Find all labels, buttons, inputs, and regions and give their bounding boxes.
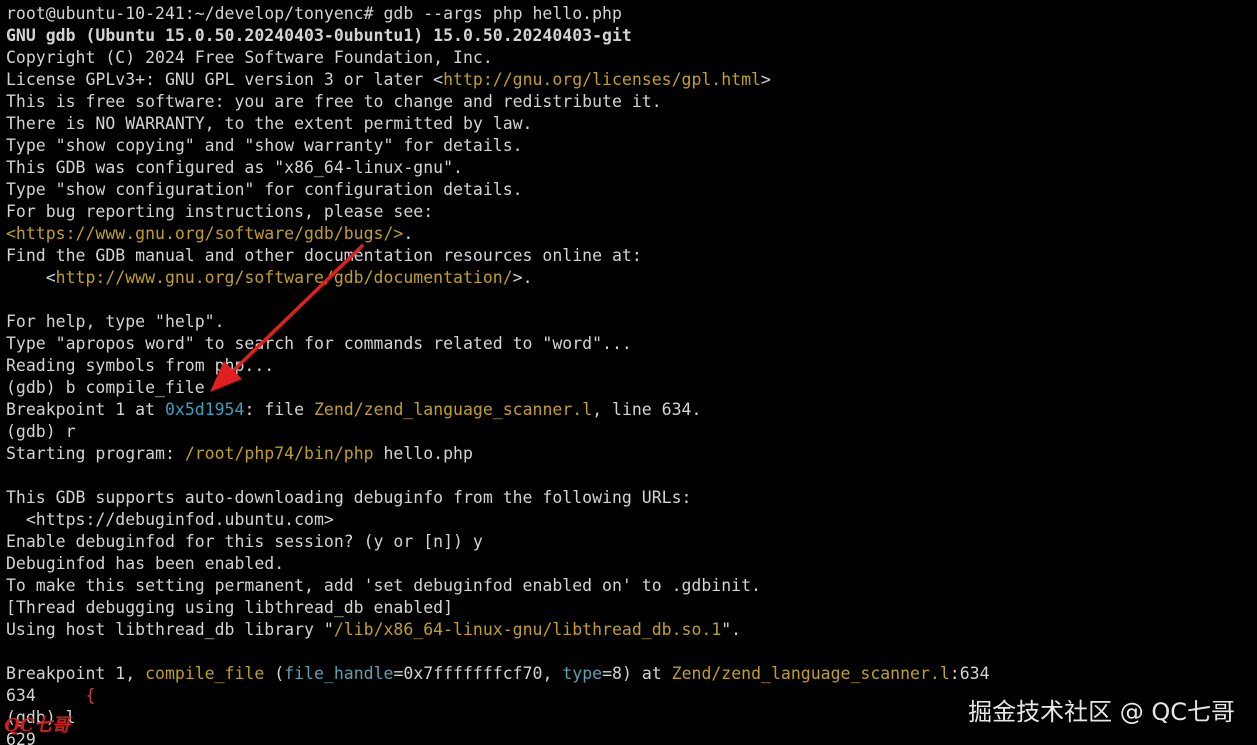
terminal-line: Starting program: /root/php74/bin/php he…	[6, 443, 473, 465]
terminal-text-segment: /lib/x86_64-linux-gnu/libthread_db.so.1	[333, 620, 722, 639]
terminal-text-segment: .	[403, 224, 414, 243]
terminal-text-segment: root@ubuntu-10-241:~/develop/tonyenc# gd…	[6, 4, 622, 23]
terminal-text-segment: <https://debuginfod.ubuntu.com>	[6, 510, 334, 529]
terminal-text-segment: GNU gdb (Ubuntu 15.0.50.20240403-0ubuntu…	[6, 26, 632, 45]
terminal-line: (gdb) r	[6, 421, 76, 443]
terminal-text-segment: Reading symbols from php...	[6, 356, 275, 375]
terminal-text-segment: 0x5d1954	[164, 400, 245, 419]
terminal-line: Using host libthread_db library "/lib/x8…	[6, 619, 741, 641]
terminal-text-segment: Starting program:	[6, 444, 185, 463]
terminal-text-segment: Find the GDB manual and other documentat…	[6, 246, 642, 265]
terminal-line: Reading symbols from php...	[6, 355, 274, 377]
terminal-text-segment: {	[85, 686, 96, 705]
terminal-text-segment: Type "apropos word" to search for comman…	[6, 334, 632, 353]
terminal-text-segment: >.	[512, 268, 533, 287]
terminal-text-segment: : file	[244, 400, 314, 419]
terminal-text-segment: 634	[6, 686, 86, 705]
terminal-line: For help, type "help".	[6, 311, 225, 333]
terminal-text-segment: >	[760, 70, 771, 89]
terminal-line: <https://www.gnu.org/software/gdb/bugs/>…	[6, 223, 413, 245]
terminal-text-segment: (	[264, 664, 285, 683]
terminal-text-segment: file_handle	[284, 664, 394, 683]
terminal-text-segment: Breakpoint 1 at	[6, 400, 165, 419]
terminal-text-segment: Type "show copying" and "show warranty" …	[6, 136, 523, 155]
terminal-line: [Thread debugging using libthread_db ena…	[6, 597, 453, 619]
terminal-text-segment: hello.php	[373, 444, 473, 463]
terminal-text-segment: To make this setting permanent, add 'set…	[6, 576, 761, 595]
terminal-text-segment: <	[6, 268, 56, 287]
terminal-line: Type "show copying" and "show warranty" …	[6, 135, 523, 157]
terminal-text-segment: This GDB was configured as "x86_64-linux…	[6, 158, 463, 177]
terminal-line: GNU gdb (Ubuntu 15.0.50.20240403-0ubuntu…	[6, 25, 632, 47]
terminal-text-segment: Enable debuginfod for this session? (y o…	[6, 532, 483, 551]
terminal-text-segment: Copyright (C) 2024 Free Software Foundat…	[6, 48, 493, 67]
terminal-text-segment: type	[562, 664, 603, 683]
terminal-line: 634 {	[6, 685, 95, 707]
terminal-text-segment: License GPLv3+: GNU GPL version 3 or lat…	[6, 70, 444, 89]
terminal-line: For bug reporting instructions, please s…	[6, 201, 433, 223]
terminal-line: License GPLv3+: GNU GPL version 3 or lat…	[6, 69, 771, 91]
corner-watermark-logo: QC七哥	[4, 715, 71, 736]
terminal-text-segment: [Thread debugging using libthread_db ena…	[6, 598, 454, 617]
terminal-text-segment: This is free software: you are free to c…	[6, 92, 662, 111]
terminal-text-segment: (gdb) b compile_file	[6, 378, 205, 397]
terminal-text-segment: For bug reporting instructions, please s…	[6, 202, 434, 221]
terminal-text-segment: ".	[721, 620, 742, 639]
terminal-text-segment: /root/php74/bin/php	[184, 444, 374, 463]
terminal-line: Type "show configuration" for configurat…	[6, 179, 523, 201]
terminal-line: This is free software: you are free to c…	[6, 91, 662, 113]
terminal-line: Breakpoint 1, compile_file (file_handle=…	[6, 663, 990, 685]
terminal-line: <https://debuginfod.ubuntu.com>	[6, 509, 334, 531]
terminal-line: To make this setting permanent, add 'set…	[6, 575, 761, 597]
terminal-text-segment: Breakpoint 1,	[6, 664, 146, 683]
terminal-text-segment: =0x7fffffffcf70,	[393, 664, 563, 683]
terminal-text-segment: <https://www.gnu.org/software/gdb/bugs/>	[6, 224, 404, 243]
terminal-text-segment: Type "show configuration" for configurat…	[6, 180, 523, 199]
terminal-line: Debuginfod has been enabled.	[6, 553, 284, 575]
terminal-line: Type "apropos word" to search for comman…	[6, 333, 632, 355]
terminal-line: Enable debuginfod for this session? (y o…	[6, 531, 483, 553]
terminal-line: root@ubuntu-10-241:~/develop/tonyenc# gd…	[6, 3, 622, 25]
terminal-line: (gdb) b compile_file	[6, 377, 205, 399]
terminal-text-segment: Zend/zend_language_scanner.l	[671, 664, 950, 683]
terminal-text-segment: For help, type "help".	[6, 312, 225, 331]
terminal-text-segment: http://www.gnu.org/software/gdb/document…	[55, 268, 513, 287]
terminal-text-segment: There is NO WARRANTY, to the extent perm…	[6, 114, 533, 133]
terminal-line: <http://www.gnu.org/software/gdb/documen…	[6, 267, 533, 289]
terminal-text-segment: Zend/zend_language_scanner.l	[313, 400, 593, 419]
terminal-line: Copyright (C) 2024 Free Software Foundat…	[6, 47, 493, 69]
terminal-line: There is NO WARRANTY, to the extent perm…	[6, 113, 533, 135]
terminal-text-segment: This GDB supports auto-downloading debug…	[6, 488, 692, 507]
watermark-text: 掘金技术社区 @ QC七哥	[968, 698, 1235, 726]
terminal-text-segment: Debuginfod has been enabled.	[6, 554, 285, 573]
terminal-text-segment: (gdb) r	[6, 422, 76, 441]
terminal-line: This GDB supports auto-downloading debug…	[6, 487, 691, 509]
terminal-text-segment: , line 634.	[592, 400, 702, 419]
terminal-line: This GDB was configured as "x86_64-linux…	[6, 157, 463, 179]
terminal-text-segment: compile_file	[145, 664, 265, 683]
terminal-window[interactable]: root@ubuntu-10-241:~/develop/tonyenc# gd…	[0, 0, 1257, 745]
terminal-text-segment: =8) at	[602, 664, 672, 683]
terminal-line: Breakpoint 1 at 0x5d1954: file Zend/zend…	[6, 399, 701, 421]
terminal-text-segment: Using host libthread_db library "	[6, 620, 334, 639]
terminal-text-segment: :634	[949, 664, 990, 683]
terminal-text-segment: http://gnu.org/licenses/gpl.html	[443, 70, 761, 89]
terminal-line: Find the GDB manual and other documentat…	[6, 245, 642, 267]
